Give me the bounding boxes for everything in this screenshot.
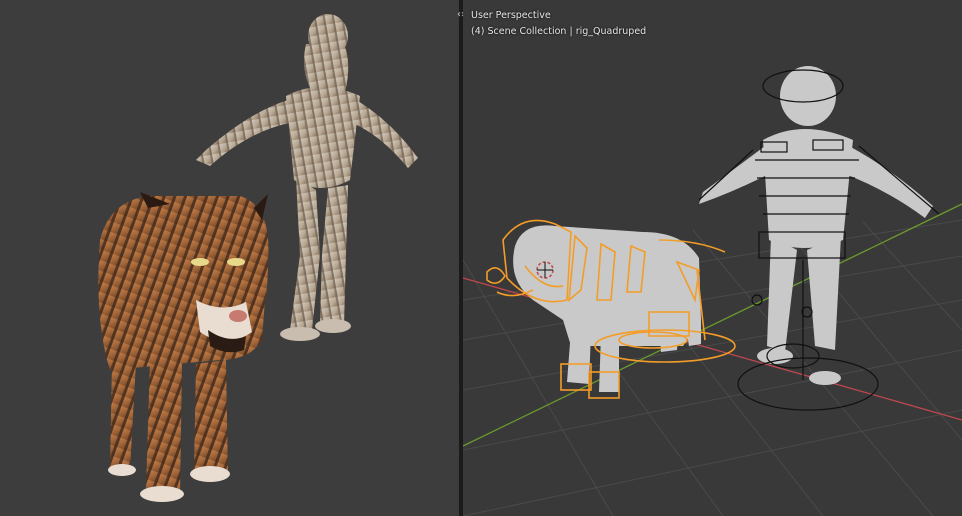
viewport-right-solid[interactable]: User Perspective (4) Scene Collection | … — [463, 0, 962, 516]
tiger-quadruped-model[interactable] — [98, 192, 269, 502]
biped-rig-model[interactable] — [698, 66, 940, 411]
viewport-left-rendered[interactable] — [0, 0, 459, 516]
quadruped-rig-model[interactable] — [486, 219, 736, 399]
view-name-label: User Perspective — [471, 10, 551, 21]
tiger-render-canvas — [98, 14, 418, 502]
rig-viewport-canvas — [463, 66, 962, 516]
collection-info-label: (4) Scene Collection | rig_Quadruped — [471, 26, 647, 37]
viewport-info-overlay: User Perspective (4) Scene Collection | … — [471, 8, 646, 40]
blender-window: ‹› User Perspective (4) Scene Collection… — [0, 0, 962, 516]
